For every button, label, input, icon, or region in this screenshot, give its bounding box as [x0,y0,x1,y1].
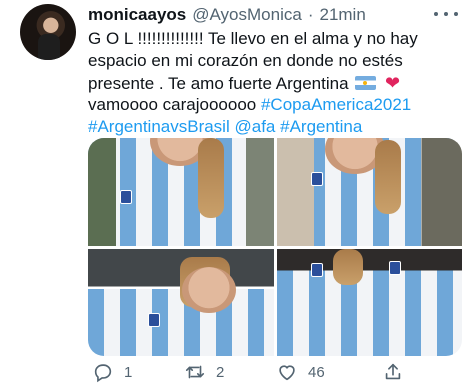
tweet-text-line-2: espacio en mi corazón en donde no estés [88,51,403,70]
media-photo-2[interactable] [276,138,462,246]
media-photo-3[interactable] [88,248,274,356]
tweet-text-segment: presente . Te amo fuerte Argentina [88,74,349,93]
share-icon [385,363,401,380]
argentina-flag-icon [355,76,377,90]
share-button[interactable] [382,358,404,386]
display-name[interactable]: monicaayos [88,5,186,25]
retweet-button[interactable]: 2 [184,358,224,386]
avatar[interactable] [20,4,76,60]
red-heart-icon: ❤ [385,73,401,93]
timestamp[interactable]: 21min [319,5,365,25]
media-photo-4[interactable] [276,248,462,356]
tweet-header: monicaayos @AyosMonica · 21min [88,4,366,26]
retweet-count: 2 [216,363,225,381]
tweet-text-segment: vamoooo carajoooooo [88,95,257,114]
tweet-text-line-3: presente . Te amo fuerte Argentina ❤ [88,72,464,94]
like-icon [279,365,295,381]
more-horizontal-icon[interactable] [434,6,458,22]
like-count: 46 [308,363,325,381]
media-photo-1[interactable] [88,138,274,246]
tweet-text-line-1: G O L !!!!!!!!!!!!!! Te llevo en el alma… [88,29,418,48]
user-handle[interactable]: @AyosMonica [192,5,302,25]
retweet-icon [185,365,205,379]
reply-button[interactable]: 1 [92,358,132,386]
reply-count: 1 [124,363,133,381]
hashtag-link[interactable]: #CopaAmerica2021 [261,95,411,114]
separator-dot: · [307,5,314,24]
hashtag-link[interactable]: #ArgentinavsBrasil [88,117,230,136]
media-grid [88,138,462,356]
mention-link[interactable]: @afa [234,117,275,136]
hashtag-link[interactable]: #Argentina [280,117,362,136]
tweet-text: G O L !!!!!!!!!!!!!! Te llevo en el alma… [88,28,464,138]
reply-icon [94,364,112,383]
tweet-actions: 1 2 46 [88,358,468,386]
like-button[interactable]: 46 [276,358,325,386]
tweet[interactable]: monicaayos @AyosMonica · 21min G O L !!!… [0,0,474,390]
tweet-text-line-4: vamoooo carajoooooo #CopaAmerica2021 [88,94,464,116]
tweet-text-line-5: #ArgentinavsBrasil @afa #Argentina [88,116,464,138]
